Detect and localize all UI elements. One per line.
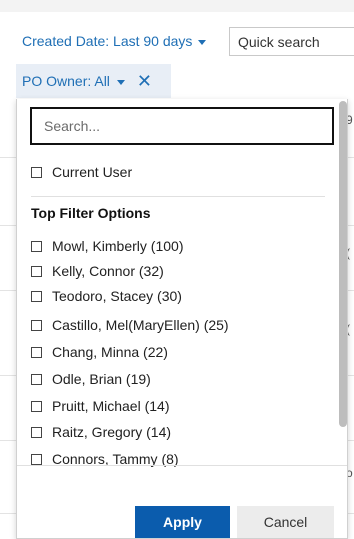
filter-option-label: Pruitt, Michael (14): [52, 398, 170, 414]
filter-option[interactable]: Mowl, Kimberly (100): [31, 236, 183, 256]
scrollbar-thumb[interactable]: [339, 101, 347, 427]
filter-option-label: Raitz, Gregory (14): [52, 424, 172, 440]
filter-option[interactable]: Teodoro, Stacey (30): [31, 286, 182, 306]
checkbox[interactable]: [31, 166, 42, 178]
created-date-label: Created Date: Last 90 days: [22, 33, 193, 49]
filter-option-label: Odle, Brian (19): [52, 371, 151, 387]
checkbox[interactable]: [31, 319, 42, 331]
checkbox[interactable]: [31, 346, 42, 358]
filter-option[interactable]: Pruitt, Michael (14): [31, 396, 169, 416]
chevron-down-icon: [116, 79, 125, 85]
filter-option-label: Kelly, Connor (32): [52, 263, 164, 279]
filter-option-label: Castillo, Mel(MaryEllen) (25): [52, 317, 229, 333]
current-user-label: Current User: [52, 164, 133, 180]
filter-option[interactable]: Raitz, Gregory (14): [31, 422, 171, 442]
filter-option[interactable]: Connors, Tammy (8): [31, 449, 179, 469]
filter-option[interactable]: Chang, Minna (22): [31, 342, 168, 362]
filter-option-label: Chang, Minna (22): [52, 344, 168, 360]
checkbox[interactable]: [31, 453, 42, 465]
po-owner-filter-chip[interactable]: PO Owner: All ✕: [16, 64, 171, 98]
checkbox[interactable]: [31, 373, 42, 385]
po-owner-label: PO Owner: All: [22, 73, 110, 89]
cancel-button[interactable]: Cancel: [237, 506, 334, 538]
current-user-option[interactable]: Current User: [31, 162, 132, 182]
filter-option-label: Mowl, Kimberly (100): [52, 238, 184, 254]
filter-option[interactable]: Kelly, Connor (32): [31, 261, 164, 281]
top-strip: [0, 0, 354, 12]
chevron-down-icon: [198, 39, 207, 45]
po-owner-dropdown-panel: Current User Top Filter Options Mowl, Ki…: [16, 99, 348, 539]
close-icon[interactable]: ✕: [137, 72, 152, 90]
quick-search-input[interactable]: [229, 27, 354, 56]
filter-option[interactable]: Odle, Brian (19): [31, 369, 151, 389]
search-input[interactable]: [30, 107, 334, 145]
footer-divider: [17, 465, 347, 466]
checkbox[interactable]: [31, 290, 42, 302]
checkbox[interactable]: [31, 400, 42, 412]
filter-option-label: Teodoro, Stacey (30): [52, 288, 182, 304]
checkbox[interactable]: [31, 265, 42, 277]
apply-button[interactable]: Apply: [135, 506, 230, 538]
section-title: Top Filter Options: [31, 205, 151, 221]
created-date-filter[interactable]: Created Date: Last 90 days: [22, 30, 207, 52]
checkbox[interactable]: [31, 426, 42, 438]
divider: [31, 196, 325, 197]
checkbox[interactable]: [31, 240, 42, 252]
filter-option[interactable]: Castillo, Mel(MaryEllen) (25): [31, 315, 229, 335]
